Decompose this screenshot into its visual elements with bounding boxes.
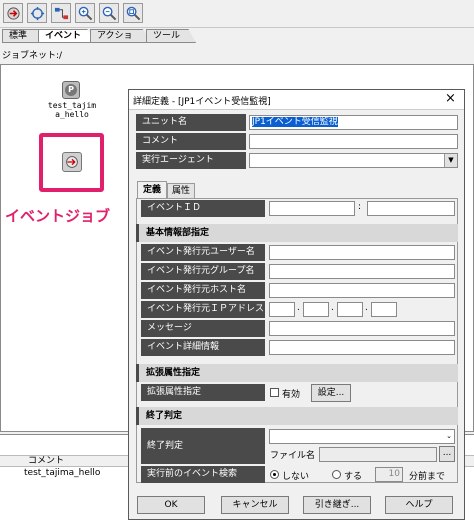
comment-label: コメント [136,133,246,150]
file-name-label: ファイル名 [270,451,316,461]
ip-dot: . [331,303,334,313]
detail-definition-dialog: 詳細定義 - [JP1イベント受信監視] × ユニット名 JP1イベント受信監視… [128,89,465,520]
user-label: イベント発行元ユーザー名 [141,244,265,261]
unit-name-label: ユニット名 [136,114,246,131]
radio-no[interactable] [270,470,279,479]
message-field[interactable] [269,321,455,336]
ip-octet-3[interactable] [337,302,363,317]
ext-enabled-checkbox[interactable] [270,388,279,397]
ip-dot: . [365,303,368,313]
user-field[interactable] [269,245,455,260]
event-job-annotation: イベントジョブ [5,207,111,225]
zoom-fit-icon[interactable] [123,3,143,23]
exec-mode-icon[interactable] [27,3,47,23]
tab-definition[interactable]: 定義 [137,181,167,198]
tab-tool[interactable]: ツール [146,29,196,43]
event-job-icon[interactable] [62,152,82,172]
tab-event[interactable]: イベント [38,29,96,43]
chevron-down-icon[interactable]: ▼ [444,154,457,167]
detail-field[interactable] [269,340,455,355]
file-name-field[interactable] [319,447,437,462]
inherit-button[interactable]: 引き継ぎ... [303,496,371,514]
toolbar [0,0,474,28]
host-label: イベント発行元ホスト名 [141,282,265,299]
section-basic: 基本情報部指定 [136,224,458,242]
tab-standard[interactable]: 標準 [2,29,44,43]
jobnet-path-value: / [59,51,63,61]
message-label: メッセージ [141,320,265,337]
end-judgment-label: 終了判定 [141,428,265,464]
radio-yes[interactable] [332,470,341,479]
cancel-button[interactable]: キャンセル [221,496,289,514]
help-button[interactable]: ヘルプ [385,496,453,514]
comment-field[interactable] [249,134,458,149]
pre-event-label: 実行前のイベント検索 [141,466,265,483]
detail-label: イベント詳細情報 [141,339,265,356]
tab-action[interactable]: アクション [90,29,152,43]
ext-settings-button[interactable]: 設定... [311,384,351,402]
radio-yes-label: する [344,472,363,482]
dialog-title: 詳細定義 - [JP1イベント受信監視] [133,97,271,107]
tab-attribute[interactable]: 属性 [167,183,195,198]
event-id-separator: : [358,202,362,212]
event-id-field-1[interactable] [269,201,355,216]
group-label: イベント発行元グループ名 [141,263,265,280]
zoom-in-icon[interactable] [75,3,95,23]
chevron-down-icon[interactable]: ⌄ [446,430,452,443]
agent-select[interactable]: ▼ [249,153,458,168]
edit-mode-icon[interactable] [3,3,23,23]
ip-octet-2[interactable] [303,302,329,317]
ok-button[interactable]: OK [137,496,205,514]
list-item[interactable]: test_tajima_hello [24,468,100,478]
ip-octet-1[interactable] [269,302,295,317]
ip-dot: . [297,303,300,313]
unit-name-value: JP1イベント受信監視 [252,117,338,127]
ip-octet-4[interactable] [371,302,397,317]
jobnet-path: ジョブネット:/ [2,48,62,61]
ext-enabled-label: 有効 [282,390,301,400]
group-field[interactable] [269,264,455,279]
agent-label: 実行エージェント [136,152,246,169]
zoom-out-icon[interactable] [99,3,119,23]
column-comment: コメント [28,456,65,466]
radio-no-label: しない [282,472,310,482]
browse-button[interactable]: ... [439,446,455,462]
close-icon[interactable]: × [445,91,456,106]
host-field[interactable] [269,283,455,298]
section-ext: 拡張属性指定 [136,364,458,382]
job-name-label: test_tajim a_hello [47,101,97,119]
dialog-titlebar: 詳細定義 - [JP1イベント受信監視] × [129,90,464,110]
minutes-suffix: 分前まで [409,472,446,482]
tab-strip: 標準 イベント アクション ツール [0,29,474,44]
minutes-field[interactable]: 10 [375,467,403,482]
end-judgment-select[interactable]: ⌄ [269,429,455,444]
section-end: 終了判定 [136,407,458,425]
jobnet-graph-icon[interactable] [51,3,71,23]
jobnet-icon[interactable]: P [62,81,80,99]
ext-label: 拡張属性指定 [141,384,265,401]
event-id-field-2[interactable] [367,201,455,216]
event-id-label: イベントＩＤ [141,200,265,217]
unit-name-field[interactable]: JP1イベント受信監視 [249,115,458,130]
ip-label: イベント発行元ＩＰアドレス [141,301,265,318]
jobnet-label: ジョブネット: [2,51,60,61]
